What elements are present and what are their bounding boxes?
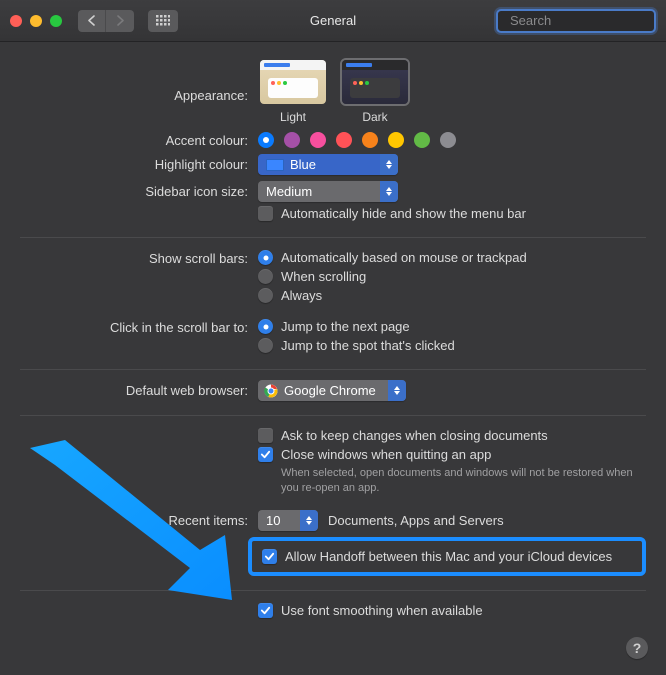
titlebar: General bbox=[0, 0, 666, 42]
click-scroll-label: Click in the scroll bar to: bbox=[20, 317, 258, 335]
ask-keep-checkbox[interactable] bbox=[258, 428, 273, 443]
handoff-checkbox[interactable] bbox=[262, 549, 277, 564]
close-windows-checkbox[interactable] bbox=[258, 447, 273, 462]
appearance-options: Light Dark bbox=[258, 58, 646, 124]
close-window-button[interactable] bbox=[10, 15, 22, 27]
accent-swatch-red[interactable] bbox=[336, 132, 352, 148]
close-windows-label: Close windows when quitting an app bbox=[281, 447, 491, 462]
appearance-light-label: Light bbox=[280, 110, 306, 124]
accent-swatch-graphite[interactable] bbox=[440, 132, 456, 148]
scroll-scrolling-label: When scrolling bbox=[281, 269, 366, 284]
search-field-wrap[interactable] bbox=[496, 9, 656, 33]
click-spot-row[interactable]: Jump to the spot that's clicked bbox=[258, 336, 646, 355]
sidebar-size-dropdown[interactable]: Medium bbox=[258, 181, 398, 202]
handoff-highlight: Allow Handoff between this Mac and your … bbox=[248, 537, 646, 576]
handoff-row[interactable]: Allow Handoff between this Mac and your … bbox=[262, 549, 612, 564]
appearance-dark-label: Dark bbox=[362, 110, 387, 124]
ask-keep-label: Ask to keep changes when closing documen… bbox=[281, 428, 548, 443]
sidebar-size-value: Medium bbox=[266, 184, 312, 199]
accent-swatch-pink[interactable] bbox=[310, 132, 326, 148]
browser-value: Google Chrome bbox=[284, 383, 376, 398]
scroll-auto-radio[interactable] bbox=[258, 250, 273, 265]
menubar-autohide-label: Automatically hide and show the menu bar bbox=[281, 206, 526, 221]
chrome-icon bbox=[264, 384, 278, 398]
accent-swatch-blue[interactable] bbox=[258, 132, 274, 148]
accent-label: Accent colour: bbox=[20, 130, 258, 148]
show-all-button[interactable] bbox=[148, 10, 178, 32]
font-smoothing-label: Use font smoothing when available bbox=[281, 603, 483, 618]
scroll-bars-label: Show scroll bars: bbox=[20, 248, 258, 266]
chevron-updown-icon bbox=[388, 380, 406, 401]
zoom-window-button[interactable] bbox=[50, 15, 62, 27]
recent-suffix: Documents, Apps and Servers bbox=[328, 513, 504, 528]
menubar-autohide-row[interactable]: Automatically hide and show the menu bar bbox=[258, 204, 646, 223]
recent-count-value: 10 bbox=[266, 513, 280, 528]
appearance-dark-thumb bbox=[340, 58, 410, 106]
scroll-scrolling-radio[interactable] bbox=[258, 269, 273, 284]
divider bbox=[20, 369, 646, 370]
click-next-row[interactable]: Jump to the next page bbox=[258, 317, 646, 336]
scroll-always-label: Always bbox=[281, 288, 322, 303]
chevron-updown-icon bbox=[380, 181, 398, 202]
font-smoothing-row[interactable]: Use font smoothing when available bbox=[258, 601, 646, 620]
accent-swatch-green[interactable] bbox=[414, 132, 430, 148]
scroll-always-radio[interactable] bbox=[258, 288, 273, 303]
close-windows-row[interactable]: Close windows when quitting an app bbox=[258, 445, 646, 464]
click-spot-radio[interactable] bbox=[258, 338, 273, 353]
close-windows-hint: When selected, open documents and window… bbox=[258, 464, 638, 496]
sidebar-size-label: Sidebar icon size: bbox=[20, 181, 258, 199]
minimize-window-button[interactable] bbox=[30, 15, 42, 27]
browser-dropdown[interactable]: Google Chrome bbox=[258, 380, 406, 401]
click-next-label: Jump to the next page bbox=[281, 319, 410, 334]
browser-label: Default web browser: bbox=[20, 380, 258, 398]
accent-swatches bbox=[258, 130, 646, 148]
scroll-auto-label: Automatically based on mouse or trackpad bbox=[281, 250, 527, 265]
content: Appearance: Light Dark Accent colour: Hi… bbox=[0, 42, 666, 640]
highlight-swatch-icon bbox=[266, 159, 284, 171]
scroll-always-row[interactable]: Always bbox=[258, 286, 646, 305]
window-title: General bbox=[310, 13, 356, 28]
divider bbox=[20, 237, 646, 238]
window-controls bbox=[10, 15, 62, 27]
appearance-dark[interactable]: Dark bbox=[340, 58, 410, 124]
appearance-light-thumb bbox=[258, 58, 328, 106]
forward-button[interactable] bbox=[106, 10, 134, 32]
accent-swatch-orange[interactable] bbox=[362, 132, 378, 148]
appearance-light[interactable]: Light bbox=[258, 58, 328, 124]
chevron-updown-icon bbox=[380, 154, 398, 175]
menubar-autohide-checkbox[interactable] bbox=[258, 206, 273, 221]
divider bbox=[20, 590, 646, 591]
highlight-colour-dropdown[interactable]: Blue bbox=[258, 154, 398, 175]
chevron-updown-icon bbox=[300, 510, 318, 531]
divider bbox=[20, 415, 646, 416]
click-next-radio[interactable] bbox=[258, 319, 273, 334]
appearance-label: Appearance: bbox=[20, 58, 258, 103]
font-smoothing-checkbox[interactable] bbox=[258, 603, 273, 618]
highlight-label: Highlight colour: bbox=[20, 154, 258, 172]
highlight-colour-value: Blue bbox=[290, 157, 316, 172]
accent-swatch-yellow[interactable] bbox=[388, 132, 404, 148]
handoff-label: Allow Handoff between this Mac and your … bbox=[285, 549, 612, 564]
recent-count-dropdown[interactable]: 10 bbox=[258, 510, 318, 531]
scroll-auto-row[interactable]: Automatically based on mouse or trackpad bbox=[258, 248, 646, 267]
accent-swatch-purple[interactable] bbox=[284, 132, 300, 148]
help-button[interactable]: ? bbox=[626, 637, 648, 659]
back-button[interactable] bbox=[78, 10, 106, 32]
recent-label: Recent items: bbox=[20, 510, 258, 528]
ask-keep-row[interactable]: Ask to keep changes when closing documen… bbox=[258, 426, 646, 445]
scroll-scrolling-row[interactable]: When scrolling bbox=[258, 267, 646, 286]
search-input[interactable] bbox=[508, 12, 666, 29]
nav-group bbox=[78, 10, 134, 32]
click-spot-label: Jump to the spot that's clicked bbox=[281, 338, 455, 353]
help-glyph: ? bbox=[633, 640, 642, 656]
